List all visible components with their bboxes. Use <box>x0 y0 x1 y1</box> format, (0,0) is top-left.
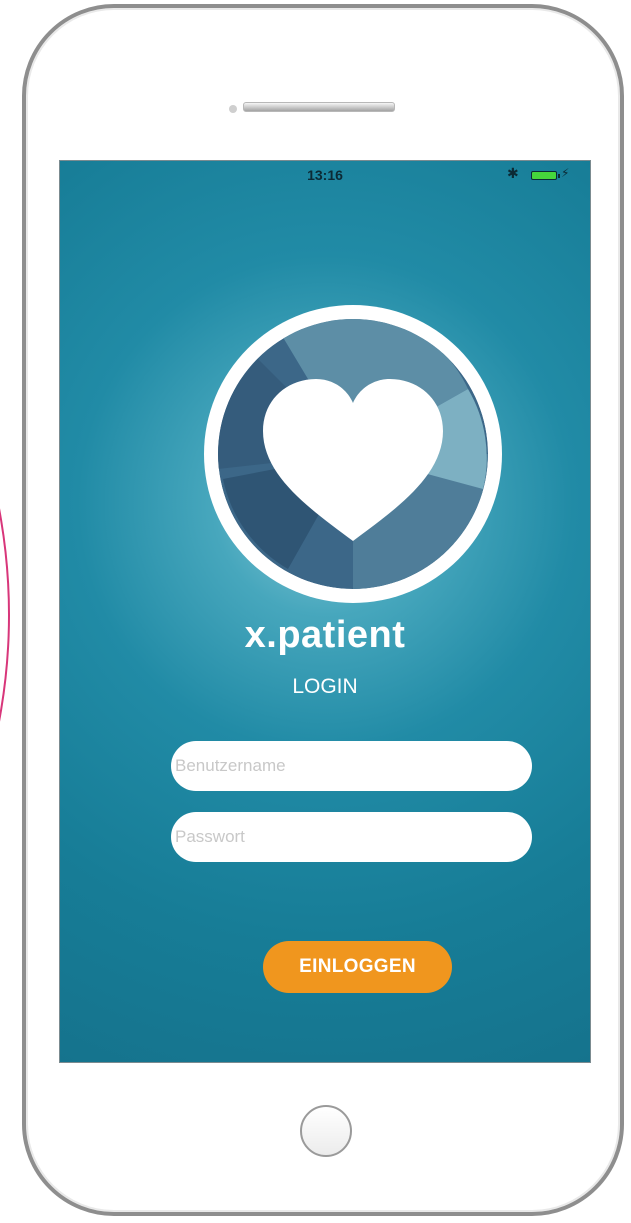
accent-arc <box>0 0 10 1223</box>
username-field[interactable] <box>171 741 532 791</box>
lightning-icon: ⚡ <box>561 166 570 180</box>
phone-frame: 13:16 ✱ ⚡ x.patient LOGIN Benutzername E… <box>22 4 624 1216</box>
login-button[interactable]: EINLOGGEN <box>263 941 452 993</box>
home-button[interactable] <box>300 1105 352 1157</box>
login-heading: LOGIN <box>292 675 358 698</box>
app-logo <box>204 305 502 603</box>
speaker-grille <box>243 102 395 112</box>
camera-dot <box>229 105 237 113</box>
bluetooth-icon: ✱ <box>507 165 519 181</box>
app-screen: 13:16 ✱ ⚡ x.patient LOGIN Benutzername E… <box>59 160 591 1063</box>
password-field[interactable] <box>171 812 532 862</box>
logo-swirl <box>218 319 488 589</box>
brand-name: x.patient <box>244 614 406 656</box>
battery-icon <box>531 171 560 180</box>
heart-icon <box>218 319 488 589</box>
mockup-stage: 13:16 ✱ ⚡ x.patient LOGIN Benutzername E… <box>0 0 631 1223</box>
